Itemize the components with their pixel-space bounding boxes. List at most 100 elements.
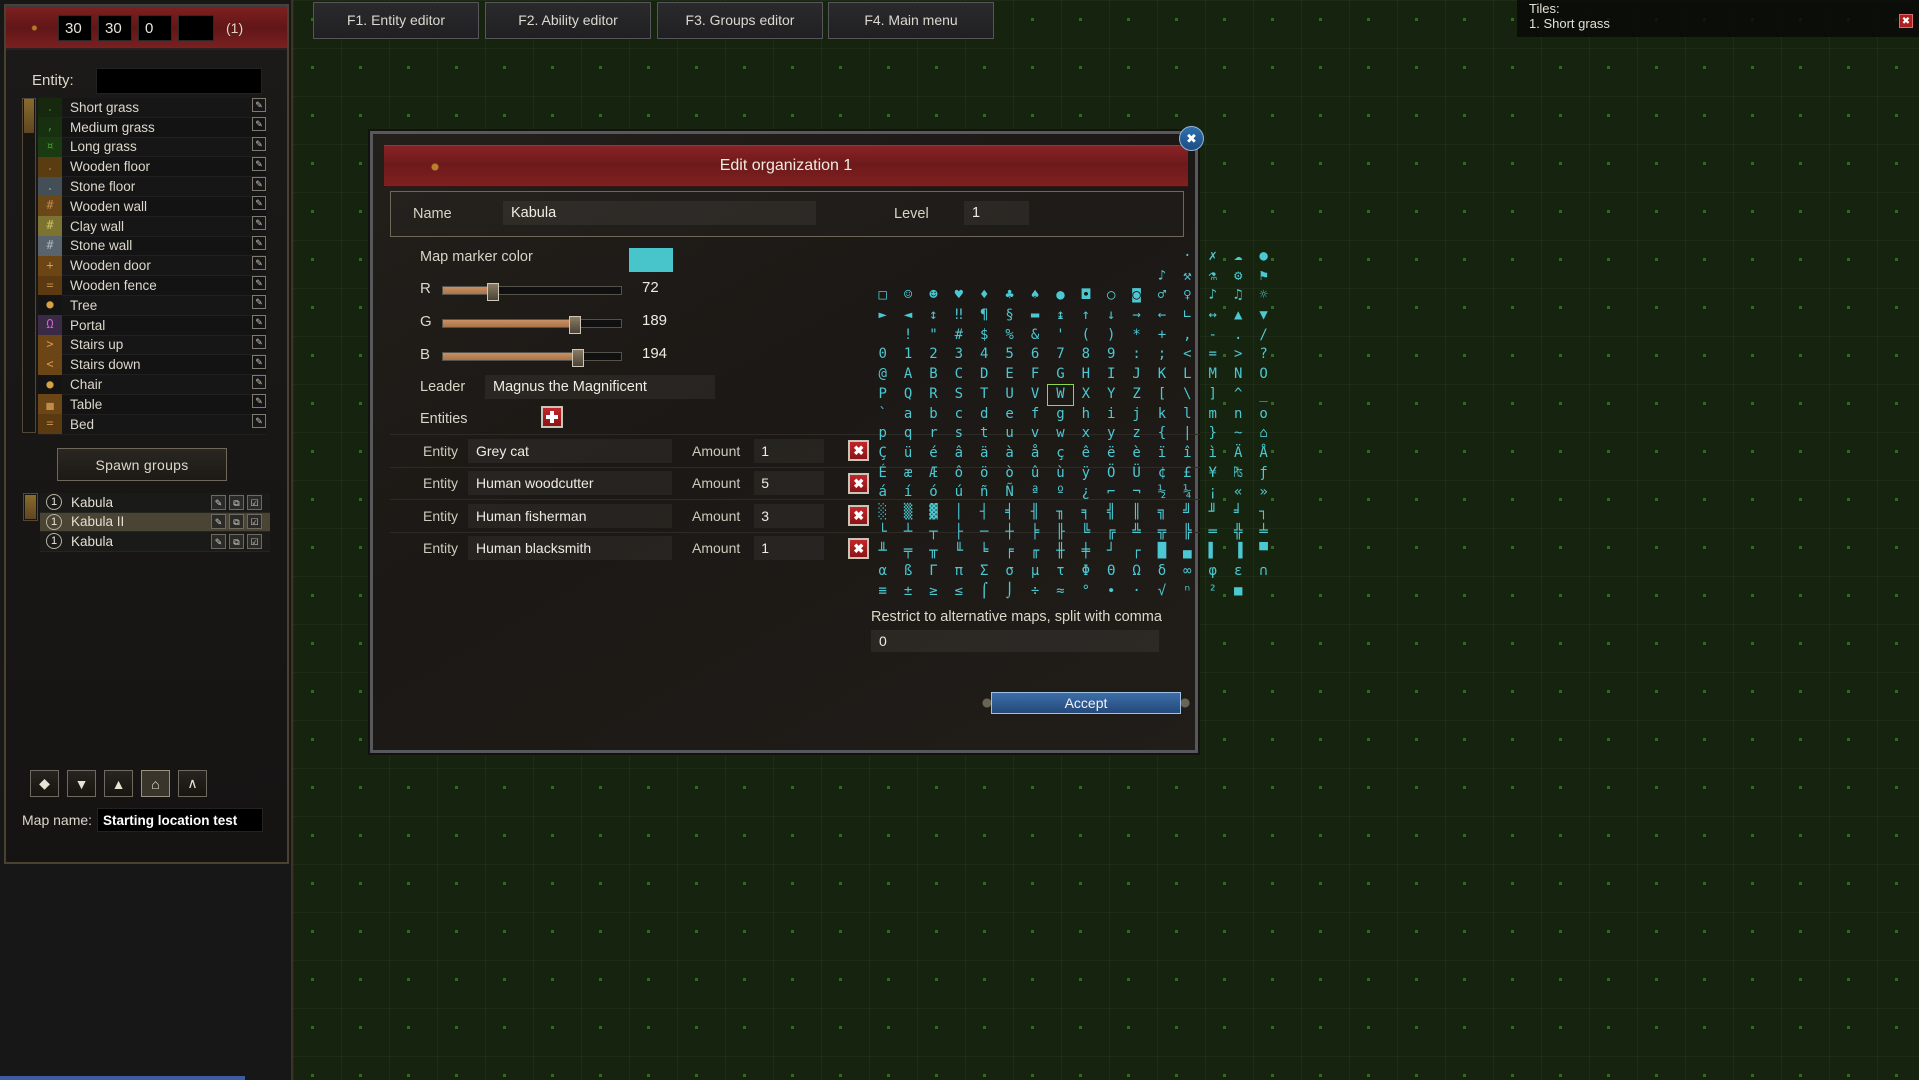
palette-glyph[interactable]: º bbox=[1048, 483, 1073, 503]
palette-glyph[interactable]: ₧ bbox=[1225, 464, 1250, 484]
palette-glyph[interactable]: ╦ bbox=[1149, 523, 1174, 543]
palette-glyph[interactable]: ║ bbox=[1124, 503, 1149, 523]
slider-knob[interactable] bbox=[572, 349, 584, 367]
palette-glyph[interactable]: v bbox=[1022, 424, 1047, 444]
palette-glyph[interactable]: ° bbox=[1073, 582, 1098, 602]
palette-glyph[interactable]: ^ bbox=[1225, 385, 1250, 405]
palette-glyph[interactable]: ╓ bbox=[1022, 542, 1047, 562]
palette-glyph[interactable]: n bbox=[1225, 405, 1250, 425]
tile-row[interactable]: = Bed ✎ bbox=[38, 414, 266, 435]
palette-glyph[interactable]: a bbox=[895, 405, 920, 425]
palette-glyph[interactable]: Ω bbox=[1124, 562, 1149, 582]
palette-glyph[interactable]: Σ bbox=[972, 562, 997, 582]
palette-glyph[interactable]: ╒ bbox=[997, 542, 1022, 562]
palette-glyph[interactable]: e bbox=[997, 405, 1022, 425]
palette-glyph[interactable]: h bbox=[1073, 405, 1098, 425]
palette-glyph[interactable]: ► bbox=[870, 306, 895, 326]
palette-glyph[interactable]: ═ bbox=[1200, 523, 1225, 543]
palette-glyph[interactable]: * bbox=[1124, 326, 1149, 346]
palette-glyph[interactable] bbox=[1073, 267, 1098, 287]
edit-icon[interactable]: ☑ bbox=[247, 514, 262, 530]
palette-glyph[interactable]: $ bbox=[972, 326, 997, 346]
palette-glyph[interactable]: ♪ bbox=[1200, 286, 1225, 306]
palette-glyph[interactable]: P bbox=[870, 385, 895, 405]
extra-field[interactable] bbox=[178, 15, 214, 41]
edit-icon[interactable]: ✎ bbox=[252, 374, 266, 389]
palette-glyph[interactable]: ⚙ bbox=[1225, 267, 1250, 287]
palette-glyph[interactable]: ö bbox=[972, 464, 997, 484]
palette-glyph[interactable]: ◙ bbox=[1124, 286, 1149, 306]
palette-glyph[interactable]: % bbox=[997, 326, 1022, 346]
palette-glyph[interactable]: ? bbox=[1251, 345, 1276, 365]
palette-glyph[interactable]: ♠ bbox=[1022, 286, 1047, 306]
entity-name-input[interactable]: Human woodcutter bbox=[468, 471, 672, 496]
palette-glyph[interactable]: ÷ bbox=[1022, 582, 1047, 602]
palette-glyph[interactable]: 4 bbox=[972, 345, 997, 365]
palette-glyph[interactable]: E bbox=[997, 365, 1022, 385]
palette-glyph[interactable]: } bbox=[1200, 424, 1225, 444]
palette-glyph[interactable]: ì bbox=[1200, 444, 1225, 464]
palette-glyph[interactable]: ╫ bbox=[1048, 542, 1073, 562]
spawn-group-row[interactable]: 1 Kabula ✎ ⧉ ☑ bbox=[40, 532, 270, 552]
palette-glyph[interactable]: Æ bbox=[921, 464, 946, 484]
palette-glyph[interactable]: ╧ bbox=[1251, 523, 1276, 543]
edit-icon[interactable]: ✎ bbox=[252, 137, 266, 152]
palette-glyph[interactable]: B bbox=[921, 365, 946, 385]
palette-glyph[interactable]: 9 bbox=[1099, 345, 1124, 365]
leader-input[interactable]: Magnus the Magnificent bbox=[485, 375, 715, 399]
palette-glyph[interactable]: S bbox=[946, 385, 971, 405]
palette-glyph[interactable]: ◘ bbox=[1073, 286, 1098, 306]
palette-glyph[interactable]: ░ bbox=[870, 503, 895, 523]
edit-icon[interactable]: ✎ bbox=[252, 335, 266, 350]
palette-glyph[interactable]: ⌐ bbox=[1099, 483, 1124, 503]
edit-icon[interactable]: ✎ bbox=[252, 354, 266, 369]
edit-icon[interactable]: ✎ bbox=[252, 156, 266, 171]
palette-glyph[interactable]: H bbox=[1073, 365, 1098, 385]
palette-glyph[interactable]: , bbox=[1175, 326, 1200, 346]
edit-icon[interactable]: ✎ bbox=[252, 315, 266, 330]
palette-glyph[interactable]: q bbox=[895, 424, 920, 444]
palette-glyph[interactable]: ⚒ bbox=[1175, 267, 1200, 287]
palette-glyph[interactable]: ╗ bbox=[1149, 503, 1174, 523]
palette-glyph[interactable] bbox=[1124, 267, 1149, 287]
fill-tool[interactable]: ▼ bbox=[67, 770, 96, 797]
palette-glyph[interactable]: » bbox=[1251, 483, 1276, 503]
palette-glyph[interactable]: à bbox=[997, 444, 1022, 464]
palette-glyph[interactable]: u bbox=[997, 424, 1022, 444]
palette-glyph[interactable]: ■ bbox=[1225, 582, 1250, 602]
close-icon[interactable]: ✖ bbox=[1899, 14, 1913, 28]
palette-glyph[interactable]: 0 bbox=[870, 345, 895, 365]
edit-icon[interactable]: ✎ bbox=[252, 117, 266, 132]
tab-f2[interactable]: F2. Ability editor bbox=[485, 2, 651, 39]
amount-input[interactable]: 3 bbox=[754, 503, 825, 528]
slider-knob[interactable] bbox=[569, 316, 581, 334]
edit-icon[interactable]: ✎ bbox=[252, 196, 266, 211]
palette-glyph[interactable]: ü bbox=[895, 444, 920, 464]
mountain-tool[interactable]: ∧ bbox=[178, 770, 207, 797]
palette-glyph[interactable]: + bbox=[1149, 326, 1174, 346]
palette-glyph[interactable]: ƒ bbox=[1251, 464, 1276, 484]
palette-glyph[interactable]: - bbox=[1200, 326, 1225, 346]
edit-icon[interactable]: ☑ bbox=[247, 533, 262, 549]
palette-glyph[interactable]: / bbox=[1251, 326, 1276, 346]
palette-glyph[interactable]: Γ bbox=[921, 562, 946, 582]
palette-glyph[interactable]: ò bbox=[997, 464, 1022, 484]
restrict-input[interactable]: 0 bbox=[871, 630, 1159, 652]
palette-glyph[interactable]: Ñ bbox=[997, 483, 1022, 503]
palette-glyph[interactable]: i bbox=[1099, 405, 1124, 425]
palette-glyph[interactable]: ╣ bbox=[1099, 503, 1124, 523]
palette-glyph[interactable]: á bbox=[870, 483, 895, 503]
palette-glyph[interactable]: = bbox=[1200, 345, 1225, 365]
palette-glyph[interactable] bbox=[870, 326, 895, 346]
palette-glyph[interactable]: σ bbox=[997, 562, 1022, 582]
palette-glyph[interactable]: ─ bbox=[972, 523, 997, 543]
palette-glyph[interactable]: p bbox=[870, 424, 895, 444]
palette-glyph[interactable]: ╤ bbox=[895, 542, 920, 562]
tile-row[interactable]: + Wooden door ✎ bbox=[38, 255, 266, 277]
pick-icon[interactable]: ✎ bbox=[211, 533, 226, 549]
palette-glyph[interactable]: Θ bbox=[1099, 562, 1124, 582]
tab-f4[interactable]: F4. Main menu bbox=[828, 2, 994, 39]
palette-glyph[interactable]: 1 bbox=[895, 345, 920, 365]
delete-entity-button[interactable]: ✖ bbox=[848, 440, 870, 462]
palette-glyph[interactable]: ¿ bbox=[1073, 483, 1098, 503]
